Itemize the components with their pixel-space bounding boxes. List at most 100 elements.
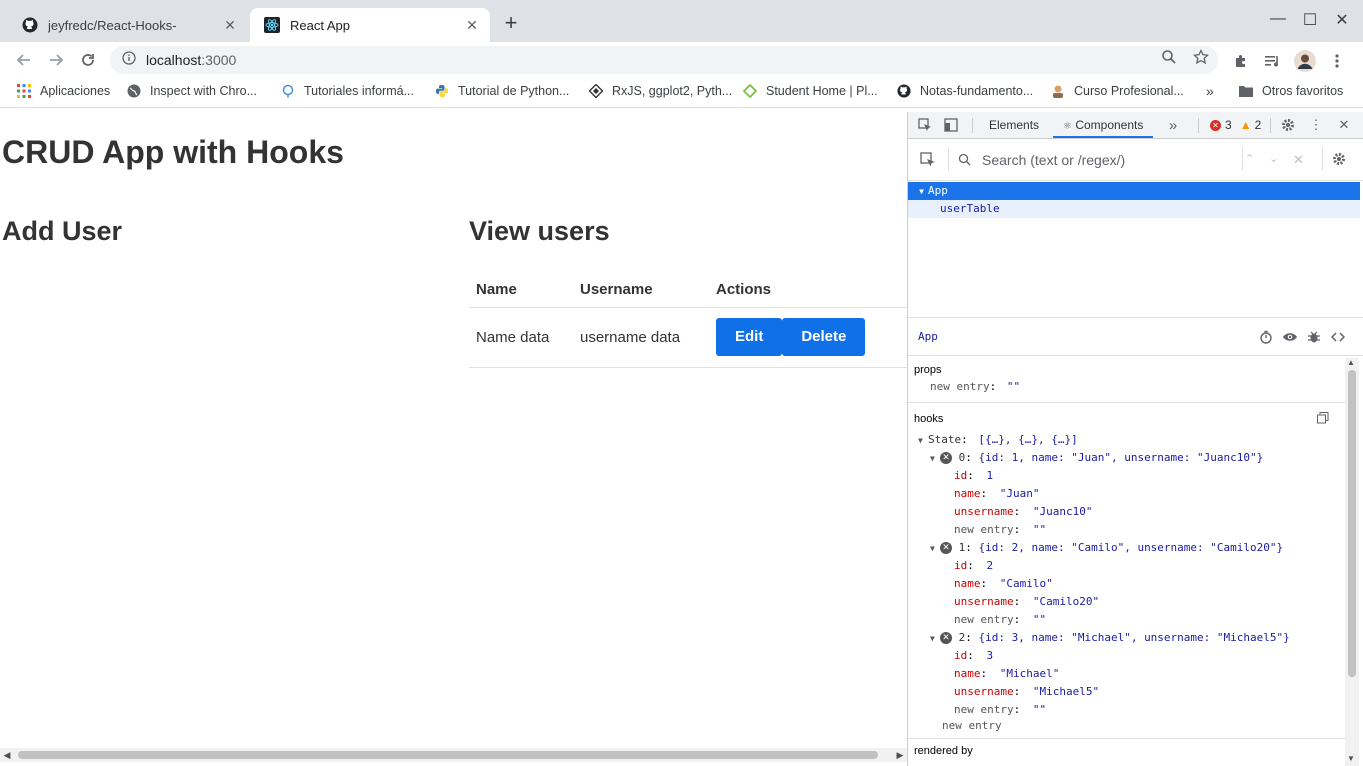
info-icon[interactable] — [122, 50, 136, 70]
new-entry-row[interactable]: new entry: "" — [908, 611, 1346, 629]
copy-icon[interactable] — [1317, 412, 1329, 429]
bookmark-label: Inspect with Chro... — [150, 84, 257, 98]
address-bar[interactable]: localhost:3000 — [110, 46, 1218, 74]
view-source-icon[interactable] — [1330, 329, 1346, 345]
back-icon[interactable] — [12, 48, 36, 72]
edit-button[interactable]: Edit — [716, 318, 783, 356]
state-item-row[interactable]: ▼ ✕ 0: {id: 1, name: "Juan", unsername: "… — [908, 449, 1346, 467]
item-field-row[interactable]: id: 2 — [908, 557, 1346, 575]
more-options-icon[interactable]: ⋮ — [1308, 117, 1324, 133]
prop-entry[interactable]: new entry: "" — [908, 378, 1346, 396]
close-devtools-icon[interactable]: ✕ — [1336, 117, 1352, 133]
tab-components[interactable]: ⚛ Components — [1053, 112, 1154, 138]
scrollbar-thumb[interactable] — [18, 751, 878, 759]
item-field-row[interactable]: unsername: "Juanc10" — [908, 503, 1346, 521]
caret-down-icon[interactable]: ▼ — [908, 183, 928, 201]
zoom-icon[interactable] — [1160, 48, 1178, 66]
item-field-row[interactable]: name: "Juan" — [908, 485, 1346, 503]
caret-down-icon[interactable]: ▼ — [930, 540, 940, 558]
bookmark-student-home[interactable]: Student Home | Pl... — [742, 83, 878, 99]
state-item-row[interactable]: ▼ ✕ 1: {id: 2, name: "Camilo", unsername:… — [908, 539, 1346, 557]
table-header-row: Name Username Actions — [469, 272, 907, 308]
chevron-up-icon[interactable]: ⌃ — [1245, 152, 1254, 165]
scroll-down-icon[interactable]: ▼ — [1347, 754, 1355, 763]
scrollbar-thumb[interactable] — [1348, 370, 1356, 677]
scroll-up-icon[interactable]: ▲ — [1347, 358, 1355, 367]
tab-react-app[interactable]: React App ✕ — [250, 8, 490, 42]
item-field-row[interactable]: name: "Camilo" — [908, 575, 1346, 593]
horizontal-scrollbar[interactable]: ◀ ▶ — [0, 748, 907, 762]
forward-icon[interactable] — [44, 48, 68, 72]
caret-down-icon[interactable]: ▼ — [918, 432, 928, 450]
error-icon: ✕ — [1210, 119, 1221, 131]
tab-github[interactable]: jeyfredc/React-Hooks- ✕ — [8, 8, 248, 42]
close-icon[interactable]: ✕ — [464, 17, 480, 33]
reload-icon[interactable] — [76, 48, 100, 72]
star-icon[interactable] — [1192, 48, 1210, 66]
column-header: Actions — [709, 272, 907, 308]
eye-icon[interactable] — [1282, 329, 1298, 345]
scroll-left-icon[interactable]: ◀ — [0, 748, 14, 762]
more-tabs-icon[interactable]: » — [1165, 117, 1181, 134]
item-field-row[interactable]: id: 1 — [908, 467, 1346, 485]
field-key: name — [954, 577, 981, 590]
item-index: 1 — [958, 541, 966, 554]
bookmark-rxjs[interactable]: RxJS, ggplot2, Pyth... — [588, 83, 732, 99]
extensions-icon[interactable] — [1230, 50, 1252, 72]
bookmark-label: Tutorial de Python... — [458, 84, 570, 98]
bookmark-other[interactable]: Otros favoritos — [1238, 83, 1343, 99]
item-field-row[interactable]: unsername: "Michael5" — [908, 683, 1346, 701]
item-field-row[interactable]: name: "Michael" — [908, 665, 1346, 683]
new-tab-button[interactable]: + — [500, 12, 522, 34]
device-toolbar-icon[interactable] — [943, 117, 959, 133]
menu-icon[interactable] — [1326, 50, 1348, 72]
settings-gear-icon[interactable] — [1280, 117, 1296, 133]
avatar[interactable] — [1294, 50, 1316, 72]
minimize-icon[interactable]: — — [1266, 10, 1290, 28]
item-field-row[interactable]: id: 3 — [908, 647, 1346, 665]
warning-count: 2 — [1254, 118, 1262, 132]
state-new-entry-row[interactable]: new entry — [908, 719, 1346, 735]
x-circle-icon[interactable]: ✕ — [940, 632, 952, 644]
bookmark-notas[interactable]: Notas-fundamento... — [896, 83, 1033, 99]
chevron-down-icon[interactable]: ⌄ — [1269, 152, 1278, 165]
search-input[interactable]: Search (text or /regex/) — [982, 152, 1125, 168]
vertical-scrollbar[interactable]: ▲ ▼ — [1345, 358, 1359, 766]
select-component-icon[interactable] — [920, 152, 936, 173]
clear-search-icon[interactable]: ✕ — [1293, 152, 1304, 168]
bookmark-python[interactable]: Tutorial de Python... — [434, 83, 569, 99]
tree-node-usertable[interactable]: userTable — [908, 200, 1360, 218]
field-key: unsername — [954, 595, 1014, 608]
maximize-icon[interactable]: ☐ — [1298, 10, 1322, 30]
more-bookmarks-icon[interactable]: » — [1206, 83, 1214, 99]
field-key: new entry — [954, 523, 1014, 536]
stopwatch-icon[interactable] — [1258, 329, 1274, 345]
window-close-icon[interactable]: ✕ — [1330, 10, 1354, 30]
item-field-row[interactable]: unsername: "Camilo20" — [908, 593, 1346, 611]
x-circle-icon[interactable]: ✕ — [940, 542, 952, 554]
state-item-row[interactable]: ▼ ✕ 2: {id: 3, name: "Michael", unsername… — [908, 629, 1346, 647]
hooks-label: hooks — [914, 413, 944, 425]
bookmark-curso[interactable]: Curso Profesional... — [1050, 83, 1184, 99]
error-count-badge[interactable]: ✕ 3 ▲ 2 — [1210, 118, 1261, 132]
separator — [948, 147, 949, 171]
bookmark-tutoriales[interactable]: Tutoriales informá... — [280, 83, 414, 99]
bookmark-apps[interactable]: Aplicaciones — [16, 83, 110, 99]
tab-elements[interactable]: Elements — [989, 112, 1039, 138]
new-entry-row[interactable]: new entry: "" — [908, 701, 1346, 719]
settings-gear-icon[interactable] — [1332, 152, 1346, 171]
caret-down-icon[interactable]: ▼ — [930, 630, 940, 648]
x-circle-icon[interactable]: ✕ — [940, 452, 952, 464]
scroll-right-icon[interactable]: ▶ — [893, 748, 907, 762]
bug-icon[interactable] — [1306, 329, 1322, 345]
new-entry-row[interactable]: new entry: "" — [908, 521, 1346, 539]
column-header: Username — [573, 272, 709, 308]
caret-down-icon[interactable]: ▼ — [930, 450, 940, 468]
media-icon[interactable] — [1262, 50, 1284, 72]
close-icon[interactable]: ✕ — [222, 17, 238, 33]
state-hook-row[interactable]: ▼ State: [{…}, {…}, {…}] — [908, 431, 1346, 449]
inspect-element-icon[interactable] — [917, 117, 933, 133]
tree-node-app[interactable]: ▼ App — [908, 182, 1360, 200]
delete-button[interactable]: Delete — [782, 318, 866, 356]
bookmark-inspect[interactable]: Inspect with Chro... — [126, 83, 257, 99]
